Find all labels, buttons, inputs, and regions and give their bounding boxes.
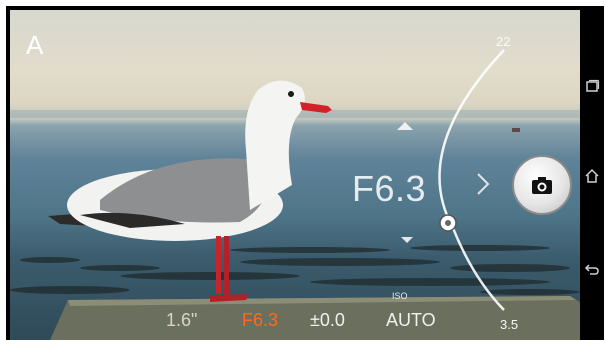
decrease-arrow-icon[interactable] — [400, 236, 414, 244]
settings-bar: 1.6" F6.3 ±0.0 AUTO — [10, 306, 580, 340]
navigation-bar — [580, 6, 604, 340]
camera-app: A 22 3.5 F6.3 ISO 1.6" F6.3 ±0.0 AUTO — [6, 6, 604, 340]
exposure-compensation-setting[interactable]: ±0.0 — [310, 310, 345, 331]
recent-apps-icon[interactable] — [584, 78, 600, 94]
aperture-setting[interactable]: F6.3 — [242, 310, 278, 331]
iso-label: ISO — [392, 291, 408, 301]
camera-icon — [532, 177, 552, 194]
viewfinder[interactable]: A 22 3.5 F6.3 ISO 1.6" F6.3 ±0.0 AUTO — [10, 10, 580, 340]
chevron-right-icon[interactable] — [476, 172, 490, 196]
home-icon[interactable] — [584, 168, 600, 184]
aperture-max-label: 22 — [496, 34, 511, 49]
shutter-button[interactable] — [512, 155, 572, 215]
increase-arrow-icon[interactable] — [396, 121, 414, 131]
aperture-value-display: F6.3 — [352, 168, 427, 209]
shutter-speed-setting[interactable]: 1.6" — [166, 310, 197, 331]
aperture-dial[interactable] — [10, 10, 580, 340]
iso-setting[interactable]: AUTO — [386, 310, 436, 331]
back-icon[interactable] — [584, 261, 600, 277]
